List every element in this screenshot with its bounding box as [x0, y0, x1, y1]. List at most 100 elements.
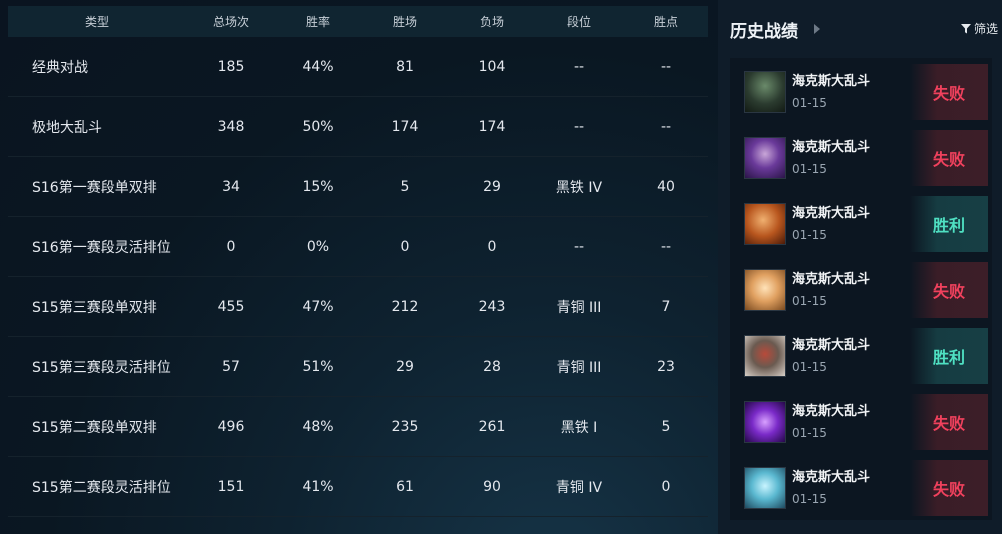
table-row: S16第一赛段单双排 34 15% 5 29 黑铁 IV 40 — [8, 157, 708, 217]
filter-icon — [960, 23, 971, 34]
table-row: S15第二赛段灵活排位 151 41% 61 90 青铜 IV 0 — [8, 457, 708, 517]
row-total: 0 — [226, 238, 236, 255]
filter-label: 筛选 — [973, 22, 998, 36]
match-item-content: 海克斯大乱斗 01-15 胜利 — [732, 328, 988, 384]
row-total: 57 — [222, 358, 240, 375]
row-points: 23 — [657, 358, 675, 375]
row-winrate: 48% — [302, 418, 334, 435]
row-winrate: 15% — [302, 178, 334, 195]
match-item-content: 海克斯大乱斗 01-15 失败 — [732, 460, 988, 516]
row-winrate: 44% — [302, 58, 334, 75]
row-type: S15第三赛段单双排 — [32, 299, 157, 316]
champion-avatar — [744, 401, 786, 443]
row-total: 455 — [217, 298, 245, 315]
row-points: 7 — [661, 298, 671, 315]
row-type: S15第二赛段单双排 — [32, 419, 157, 436]
match-history-title[interactable]: 历史战绩 — [730, 17, 798, 42]
row-losses: 90 — [483, 478, 501, 495]
match-result-lose: 失败 — [910, 130, 988, 186]
row-wins: 0 — [400, 238, 410, 255]
row-winrate: 47% — [302, 298, 334, 315]
stats-table: 类型 总场次 胜率 胜场 负场 段位 胜点 经典对战 185 44% 81 104 -- -… — [8, 6, 708, 517]
row-type: 极地大乱斗 — [32, 119, 102, 136]
row-points: 0 — [661, 478, 671, 495]
match-item-content: 海克斯大乱斗 01-15 胜利 — [732, 196, 988, 252]
row-losses: 174 — [478, 118, 506, 135]
row-rank: 青铜 III — [556, 359, 602, 376]
filter-button[interactable]: 筛选 — [960, 20, 998, 37]
champion-avatar — [744, 467, 786, 509]
champion-avatar — [744, 71, 786, 113]
match-history-panel: 历史战绩 筛选 海克斯大乱斗 01-15 失败 海克斯大乱斗 01-15 失败 海克斯大乱斗… — [718, 0, 1002, 534]
champion-avatar — [744, 203, 786, 245]
match-history-list: 海克斯大乱斗 01-15 失败 海克斯大乱斗 01-15 失败 海克斯大乱斗 01-15 胜利海… — [730, 58, 992, 520]
row-points: 5 — [661, 418, 671, 435]
match-result-lose: 失败 — [910, 64, 988, 120]
row-losses: 243 — [478, 298, 506, 315]
row-rank: -- — [573, 58, 585, 75]
match-result-lose: 失败 — [910, 394, 988, 450]
column-header-losses: 负场 — [479, 15, 504, 29]
row-type: S15第二赛段灵活排位 — [32, 479, 171, 496]
match-item[interactable]: 海克斯大乱斗 01-15 失败 — [730, 388, 992, 454]
column-header-points: 胜点 — [653, 15, 678, 29]
stats-table-body: 经典对战 185 44% 81 104 -- -- 极地大乱斗 348 50% 174 174 -- --… — [8, 37, 708, 517]
row-rank: 黑铁 I — [560, 419, 598, 436]
champion-avatar — [744, 269, 786, 311]
match-result-win: 胜利 — [910, 328, 988, 384]
row-total: 151 — [217, 478, 245, 495]
row-wins: 81 — [396, 58, 414, 75]
match-item[interactable]: 海克斯大乱斗 01-15 胜利 — [730, 322, 992, 388]
row-type: S15第三赛段灵活排位 — [32, 359, 171, 376]
match-result-lose: 失败 — [910, 262, 988, 318]
row-rank: 青铜 IV — [555, 479, 603, 496]
table-row: 经典对战 185 44% 81 104 -- -- — [8, 37, 708, 97]
table-row: 极地大乱斗 348 50% 174 174 -- -- — [8, 97, 708, 157]
table-row: S15第三赛段灵活排位 57 51% 29 28 青铜 III 23 — [8, 337, 708, 397]
row-losses: 28 — [483, 358, 501, 375]
stats-table-header: 类型 总场次 胜率 胜场 负场 段位 胜点 — [8, 6, 708, 37]
match-item[interactable]: 海克斯大乱斗 01-15 失败 — [730, 124, 992, 190]
match-item[interactable]: 海克斯大乱斗 01-15 失败 — [730, 256, 992, 322]
match-item-content: 海克斯大乱斗 01-15 失败 — [732, 64, 988, 120]
row-losses: 0 — [487, 238, 497, 255]
row-rank: -- — [573, 118, 585, 135]
row-total: 348 — [217, 118, 245, 135]
match-item-content: 海克斯大乱斗 01-15 失败 — [732, 262, 988, 318]
row-wins: 29 — [396, 358, 414, 375]
match-history-header: 历史战绩 筛选 — [718, 0, 1002, 58]
row-losses: 104 — [478, 58, 506, 75]
row-wins: 212 — [391, 298, 419, 315]
row-wins: 235 — [391, 418, 419, 435]
chevron-right-icon[interactable] — [814, 24, 820, 34]
match-item[interactable]: 海克斯大乱斗 01-15 失败 — [730, 58, 992, 124]
row-wins: 61 — [396, 478, 414, 495]
champion-avatar — [744, 137, 786, 179]
match-item-content: 海克斯大乱斗 01-15 失败 — [732, 130, 988, 186]
row-winrate: 51% — [302, 358, 334, 375]
match-item-content: 海克斯大乱斗 01-15 失败 — [732, 394, 988, 450]
row-losses: 29 — [483, 178, 501, 195]
row-wins: 5 — [400, 178, 410, 195]
champion-avatar — [744, 335, 786, 377]
row-winrate: 0% — [306, 238, 330, 255]
row-type: S16第一赛段单双排 — [32, 179, 157, 196]
row-points: -- — [660, 238, 672, 255]
match-item[interactable]: 海克斯大乱斗 01-15 胜利 — [730, 190, 992, 256]
table-row: S16第一赛段灵活排位 0 0% 0 0 -- -- — [8, 217, 708, 277]
match-item[interactable]: 海克斯大乱斗 01-15 失败 — [730, 454, 992, 520]
row-rank: 青铜 III — [556, 299, 602, 316]
row-type: 经典对战 — [32, 59, 88, 76]
row-losses: 261 — [478, 418, 506, 435]
row-total: 34 — [222, 178, 240, 195]
match-result-win: 胜利 — [910, 196, 988, 252]
column-header-wins: 胜场 — [392, 15, 417, 29]
table-row: S15第二赛段单双排 496 48% 235 261 黑铁 I 5 — [8, 397, 708, 457]
match-result-lose: 失败 — [910, 460, 988, 516]
row-points: -- — [660, 118, 672, 135]
row-type: S16第一赛段灵活排位 — [32, 239, 171, 256]
table-row: S15第三赛段单双排 455 47% 212 243 青铜 III 7 — [8, 277, 708, 337]
row-winrate: 41% — [302, 478, 334, 495]
column-header-total: 总场次 — [212, 15, 249, 29]
row-points: 40 — [657, 178, 675, 195]
